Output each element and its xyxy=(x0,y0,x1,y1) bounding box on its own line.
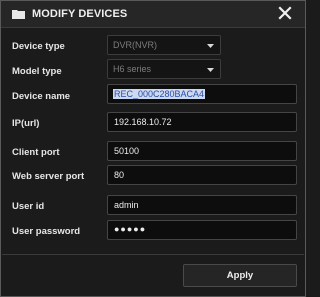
client-port-input[interactable]: 50100 xyxy=(107,141,297,161)
web-port-value: 80 xyxy=(114,170,125,180)
dialog-titlebar: MODIFY DEVICES xyxy=(1,1,305,28)
device-type-value: DVR(NVR) xyxy=(113,40,157,50)
chevron-down-icon xyxy=(207,68,214,72)
device-name-input[interactable]: REC_000C280BACA4 xyxy=(107,84,297,104)
user-password-input[interactable]: ●●●●● xyxy=(107,220,297,240)
device-type-label: Device type xyxy=(12,41,65,52)
ip-label: IP(url) xyxy=(12,118,40,129)
ip-input[interactable]: 192.168.10.72 xyxy=(107,112,297,132)
user-id-label: User id xyxy=(12,201,45,212)
device-name-value: REC_000C280BACA4 xyxy=(113,89,206,99)
apply-button[interactable]: Apply xyxy=(183,264,297,287)
web-port-input[interactable]: 80 xyxy=(107,165,297,185)
close-icon[interactable] xyxy=(278,6,292,20)
client-port-value: 50100 xyxy=(114,146,140,156)
device-name-label: Device name xyxy=(12,91,71,102)
modify-devices-dialog: MODIFY DEVICES Device type DVR(NVR) Mode… xyxy=(0,0,306,297)
user-id-input[interactable]: admin xyxy=(107,195,297,215)
model-type-label: Model type xyxy=(12,66,62,77)
device-type-select[interactable]: DVR(NVR) xyxy=(107,35,221,55)
model-type-value: H6 series xyxy=(113,64,152,74)
web-port-label: Web server port xyxy=(12,171,85,182)
folder-icon xyxy=(12,10,25,19)
ip-value: 192.168.10.72 xyxy=(114,117,172,127)
chevron-down-icon xyxy=(207,44,214,48)
user-password-label: User password xyxy=(12,226,81,237)
user-id-value: admin xyxy=(114,200,139,210)
footer-divider xyxy=(2,254,304,255)
user-password-value: ●●●●● xyxy=(114,224,147,234)
dialog-title: MODIFY DEVICES xyxy=(32,8,128,20)
model-type-select[interactable]: H6 series xyxy=(107,59,221,79)
client-port-label: Client port xyxy=(12,147,60,158)
